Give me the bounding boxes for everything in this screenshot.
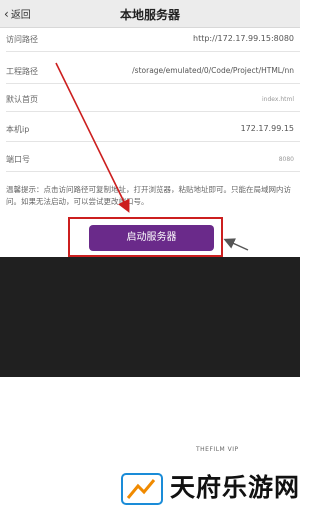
dark-overlay-panel [0, 257, 300, 377]
annotation-arrows [55, 62, 249, 251]
red-arrow [55, 62, 130, 213]
brand-logo-icon [121, 473, 163, 505]
gray-arrow [223, 238, 249, 251]
brand-name: 天府乐游网 [170, 473, 301, 502]
watermark-text: THEFILM VIP [196, 446, 239, 453]
